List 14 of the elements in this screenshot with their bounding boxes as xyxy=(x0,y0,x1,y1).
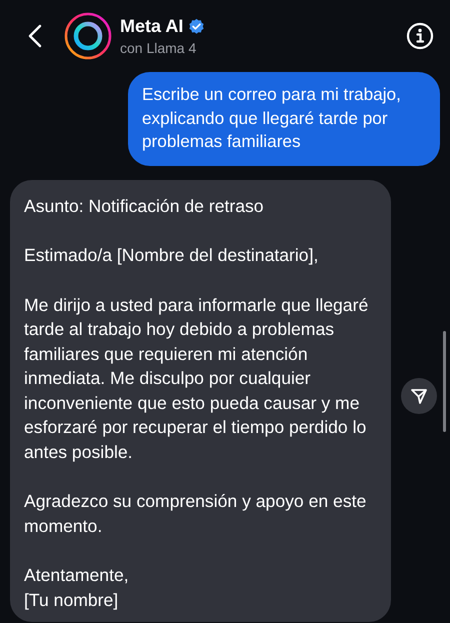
send-icon[interactable] xyxy=(410,387,428,405)
chat-title: Meta AI xyxy=(120,16,184,37)
info-icon[interactable] xyxy=(406,22,434,50)
back-icon[interactable] xyxy=(28,24,42,48)
share-button[interactable] xyxy=(401,378,437,414)
message-text: Atentamente, [Tu nombre] xyxy=(24,564,130,612)
chat-subtitle: con Llama 4 xyxy=(120,40,198,56)
message-text: Asunto: Notificación de retraso xyxy=(24,194,265,218)
message-text: Me dirijo a usted para informarle que llegaré tarde al trabajo hoy debido a problemas familiares que requieren mi atención inmediata. Me disculpo por cualquier inconveniente que esto pueda causar y me esforzaré por recuperar el tiempo perdido lo antes posible. xyxy=(24,294,370,464)
ring-logo-icon xyxy=(64,12,112,60)
scrollbar[interactable] xyxy=(443,331,446,432)
message-text: Escribe un correo para mi trabajo, explicando que llegaré tarde por problemas familiares xyxy=(142,83,402,153)
message-text: Estimado/a [Nombre del destinatario], xyxy=(24,244,320,267)
message-text: Agradezco su comprensión y apoyo en este momento. xyxy=(24,490,368,538)
